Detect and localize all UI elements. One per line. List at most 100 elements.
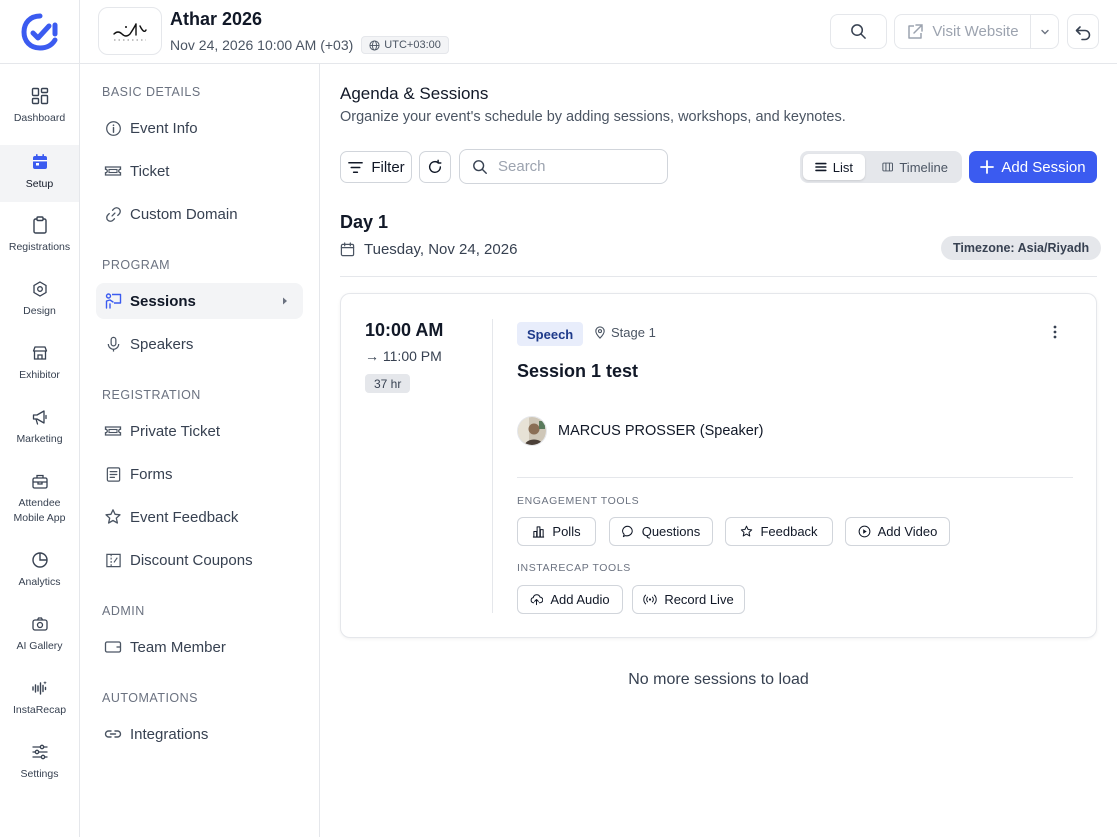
event-logo[interactable] — [98, 7, 162, 55]
session-start-time: 10:00 AM — [365, 320, 444, 340]
more-vertical-icon — [1053, 325, 1057, 339]
mobile-app-icon — [31, 474, 48, 489]
section-title-registration: REGISTRATION — [102, 388, 201, 402]
pie-chart-icon — [31, 552, 48, 568]
visit-website-button[interactable]: Visit Website — [894, 14, 1031, 49]
card-divider — [492, 319, 493, 613]
camera-icon — [31, 617, 48, 631]
rail-item-ai-gallery[interactable]: AI Gallery — [0, 615, 79, 654]
rail-item-analytics[interactable]: Analytics — [0, 551, 79, 590]
session-location-text: Stage 1 — [611, 325, 656, 340]
visit-website-label: Visit Website — [932, 23, 1019, 40]
sidebar-item-label: Event Info — [130, 119, 198, 137]
event-datetime-text: Nov 24, 2026 10:00 AM (+03) — [170, 37, 354, 53]
sidebar-item-team-member[interactable]: Team Member — [96, 629, 303, 665]
session-card[interactable]: 10:00 AM → 11:00 PM 37 hr Speech Stage 1… — [340, 293, 1097, 638]
coupon-icon — [104, 551, 122, 569]
filter-label: Filter — [371, 158, 405, 176]
rail-label: Registrations — [8, 241, 71, 253]
store-icon — [32, 346, 47, 360]
session-speaker[interactable]: MARCUS PROSSER (Speaker) — [517, 416, 763, 446]
rail-item-attendee-mobile-app[interactable]: Attendee Mobile App — [0, 472, 79, 526]
session-type-tag: Speech — [517, 322, 584, 346]
add-audio-button[interactable]: Add Audio — [517, 585, 623, 614]
add-session-button[interactable]: Add Session — [969, 151, 1097, 183]
no-more-sessions-text: No more sessions to load — [628, 671, 809, 688]
undo-button[interactable] — [1067, 14, 1099, 49]
event-datetime: Nov 24, 2026 10:00 AM (+03) UTC+03:00 — [170, 36, 449, 54]
rail-item-dashboard[interactable]: Dashboard — [0, 87, 79, 126]
filter-button[interactable]: Filter — [340, 151, 412, 183]
sidebar-item-private-ticket[interactable]: Private Ticket — [96, 413, 303, 449]
view-timeline-label: Timeline — [899, 159, 948, 175]
sidebar-item-label: Integrations — [130, 725, 209, 743]
polls-button[interactable]: Polls — [517, 517, 596, 546]
sidebar-item-label: Forms — [130, 465, 173, 483]
session-search[interactable] — [459, 149, 668, 184]
microphone-icon — [104, 335, 122, 353]
brand-logo-icon — [20, 13, 57, 51]
search-input[interactable] — [498, 158, 648, 175]
record-live-button[interactable]: Record Live — [632, 585, 745, 614]
rail-label: Dashboard — [13, 112, 66, 124]
page-subtitle: Organize your event's schedule by adding… — [340, 109, 846, 125]
ticket-icon — [104, 422, 122, 440]
rail-item-registrations[interactable]: Registrations — [0, 216, 79, 255]
audio-wave-icon — [31, 681, 47, 695]
calendar-icon — [340, 242, 355, 257]
sidebar-item-event-feedback[interactable]: Event Feedback — [96, 499, 303, 535]
rail-item-marketing[interactable]: Marketing — [0, 408, 79, 447]
caret-right-icon — [281, 296, 289, 306]
add-video-button[interactable]: Add Video — [845, 517, 950, 546]
rail-item-design[interactable]: Design — [0, 280, 79, 319]
session-end-time: → 11:00 PM — [365, 348, 442, 364]
link-icon — [104, 205, 122, 223]
sidebar-item-sessions[interactable]: Sessions — [96, 283, 303, 319]
id-card-icon — [104, 638, 122, 656]
record-live-label: Record Live — [664, 592, 734, 607]
questions-button[interactable]: Questions — [609, 517, 713, 546]
app-logo[interactable] — [0, 0, 80, 64]
feedback-button[interactable]: Feedback — [725, 517, 833, 546]
sidebar-item-label: Sessions — [130, 292, 196, 310]
sidebar-item-integrations[interactable]: Integrations — [96, 716, 303, 752]
undo-icon — [1075, 25, 1091, 40]
event-title: Athar 2026 — [170, 9, 263, 29]
day-date-text: Tuesday, Nov 24, 2026 — [364, 241, 518, 258]
avatar — [517, 416, 547, 446]
view-toggle: List Timeline — [800, 151, 962, 183]
rail-item-instarecap[interactable]: InstaRecap — [0, 679, 79, 718]
sidebar-item-forms[interactable]: Forms — [96, 456, 303, 492]
sidebar-item-discount-coupons[interactable]: Discount Coupons — [96, 542, 303, 578]
day-date: Tuesday, Nov 24, 2026 — [340, 241, 517, 258]
sidebar-item-ticket[interactable]: Ticket — [96, 153, 303, 189]
rail-item-settings[interactable]: Settings — [0, 743, 79, 782]
sidebar-item-custom-domain[interactable]: Custom Domain — [96, 196, 303, 232]
rail-item-exhibitor[interactable]: Exhibitor — [0, 344, 79, 383]
session-title[interactable]: Session 1 test — [517, 361, 638, 382]
sidebar-item-label: Custom Domain — [130, 205, 238, 223]
view-timeline-tab[interactable]: Timeline — [870, 154, 960, 180]
broadcast-icon — [643, 594, 657, 605]
sidebar-item-event-info[interactable]: Event Info — [96, 110, 303, 146]
sidebar-item-label: Discount Coupons — [130, 551, 253, 569]
timezone-badge: Timezone: Asia/Riyadh — [941, 236, 1102, 260]
session-more-menu[interactable] — [1047, 324, 1063, 340]
utc-offset-text: UTC+03:00 — [384, 39, 441, 51]
view-list-tab[interactable]: List — [803, 154, 865, 180]
rail-label: Design — [23, 305, 56, 317]
instarecap-tools-title: INSTARECAP TOOLS — [517, 562, 631, 574]
add-video-label: Add Video — [877, 524, 938, 539]
global-search-button[interactable] — [830, 14, 887, 49]
divider — [340, 276, 1097, 277]
visit-website-dropdown[interactable] — [1030, 14, 1059, 49]
rail-item-setup[interactable]: Setup — [0, 145, 79, 202]
refresh-button[interactable] — [419, 151, 451, 183]
filter-icon — [348, 161, 364, 173]
session-duration-badge: 37 hr — [365, 374, 411, 393]
rail-label: Analytics — [18, 576, 61, 588]
rail-label: AI Gallery — [16, 640, 63, 652]
section-title-basic-details: BASIC DETAILS — [102, 85, 201, 99]
sidebar-item-speakers[interactable]: Speakers — [96, 326, 303, 362]
chat-bubble-icon — [621, 525, 633, 538]
